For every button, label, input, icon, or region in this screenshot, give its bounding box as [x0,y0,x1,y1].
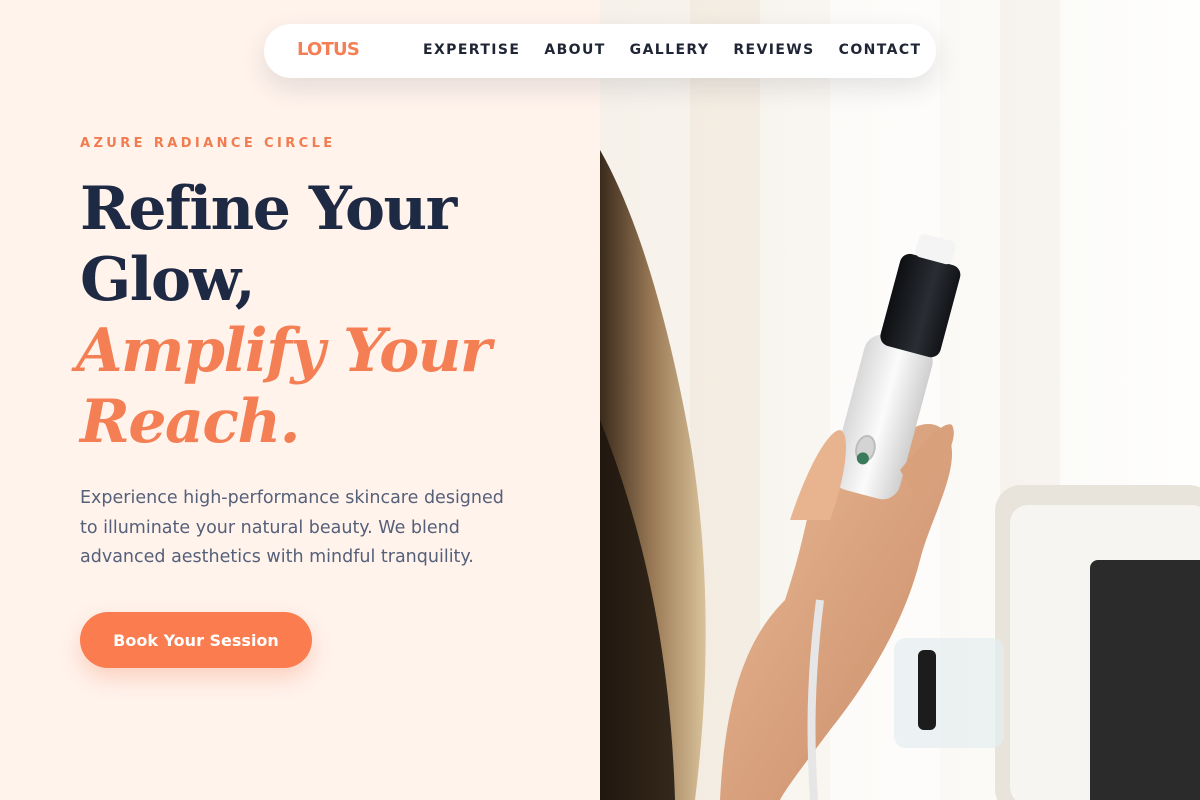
nav-link-gallery[interactable]: GALLERY [630,42,710,58]
hero-photo [600,0,1200,800]
nav-link-about[interactable]: ABOUT [544,42,605,58]
logo[interactable]: LOTUS [297,39,360,60]
hero-description: Experience high-performance skincare des… [80,484,540,573]
nav-links: EXPERTISE ABOUT GALLERY REVIEWS CONTACT [423,42,921,58]
hero-headline: Refine Your Glow, Amplify Your Reach. [76,174,580,458]
hero-description-line: Experience high-performance skincare des… [80,488,504,508]
hero-description-line: to illuminate your natural beauty. We bl… [80,517,460,538]
headline-accent-line-1: Amplify Your [76,316,492,386]
nav-link-expertise[interactable]: EXPERTISE [423,42,520,58]
hero-description-line: advanced aesthetics with mindful tranqui… [80,547,474,567]
hero-text-panel: AZURE RADIANCE CIRCLE Refine Your Glow, … [0,0,600,800]
book-session-button[interactable]: Book Your Session [80,612,312,668]
headline-accent-line-2: Reach. [80,387,300,457]
top-nav: LOTUS EXPERTISE ABOUT GALLERY REVIEWS CO… [264,24,936,78]
headline-line-2: Glow, [80,245,256,315]
nav-link-contact[interactable]: CONTACT [839,42,922,58]
nav-link-reviews[interactable]: REVIEWS [733,42,814,58]
hero-eyebrow: AZURE RADIANCE CIRCLE [80,136,336,151]
headline-line-1: Refine Your [80,174,457,244]
hero-photo-illustration [600,0,1200,800]
